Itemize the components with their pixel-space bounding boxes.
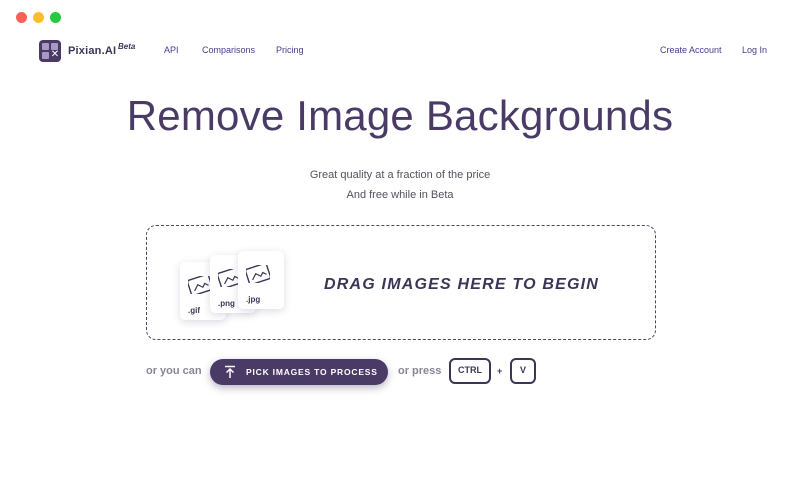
close-window-button[interactable]: [16, 12, 27, 23]
or-you-can-text: or you can: [146, 365, 202, 377]
file-ext-label: .jpg: [246, 295, 261, 304]
image-file-icon: [188, 276, 212, 294]
pixian-logo-icon[interactable]: ✕: [39, 40, 61, 62]
v-key-hint: V: [510, 358, 536, 384]
subtitle-free-beta: And free while in Beta: [346, 189, 454, 201]
dropzone-prompt: DRAG IMAGES HERE TO BEGIN: [324, 276, 600, 293]
upload-arrow-icon: [225, 365, 235, 378]
nav-link-api[interactable]: API: [164, 45, 179, 55]
nav-link-comparisons[interactable]: Comparisons: [202, 45, 255, 55]
minimize-window-button[interactable]: [33, 12, 44, 23]
file-card-jpg: .jpg: [238, 251, 284, 309]
pick-images-button[interactable]: PICK IMAGES TO PROCESS: [210, 359, 388, 385]
pick-images-label: PICK IMAGES TO PROCESS: [246, 367, 378, 377]
brand-name[interactable]: Pixian.AI: [68, 45, 116, 57]
nav-link-create-account[interactable]: Create Account: [660, 45, 722, 55]
maximize-window-button[interactable]: [50, 12, 61, 23]
image-file-icon: [246, 265, 270, 283]
nav-link-log-in[interactable]: Log In: [742, 45, 767, 55]
nav-link-pricing[interactable]: Pricing: [276, 45, 304, 55]
beta-badge: Beta: [118, 42, 136, 51]
window-titlebar: [0, 0, 800, 34]
file-ext-label: .png: [218, 299, 235, 308]
file-ext-label: .gif: [188, 306, 200, 315]
plus-sign: +: [497, 366, 503, 376]
subtitle-quality: Great quality at a fraction of the price: [309, 169, 491, 181]
ctrl-key-hint: CTRL: [449, 358, 491, 384]
page-title: Remove Image Backgrounds: [126, 92, 674, 139]
or-press-text: or press: [398, 365, 442, 377]
